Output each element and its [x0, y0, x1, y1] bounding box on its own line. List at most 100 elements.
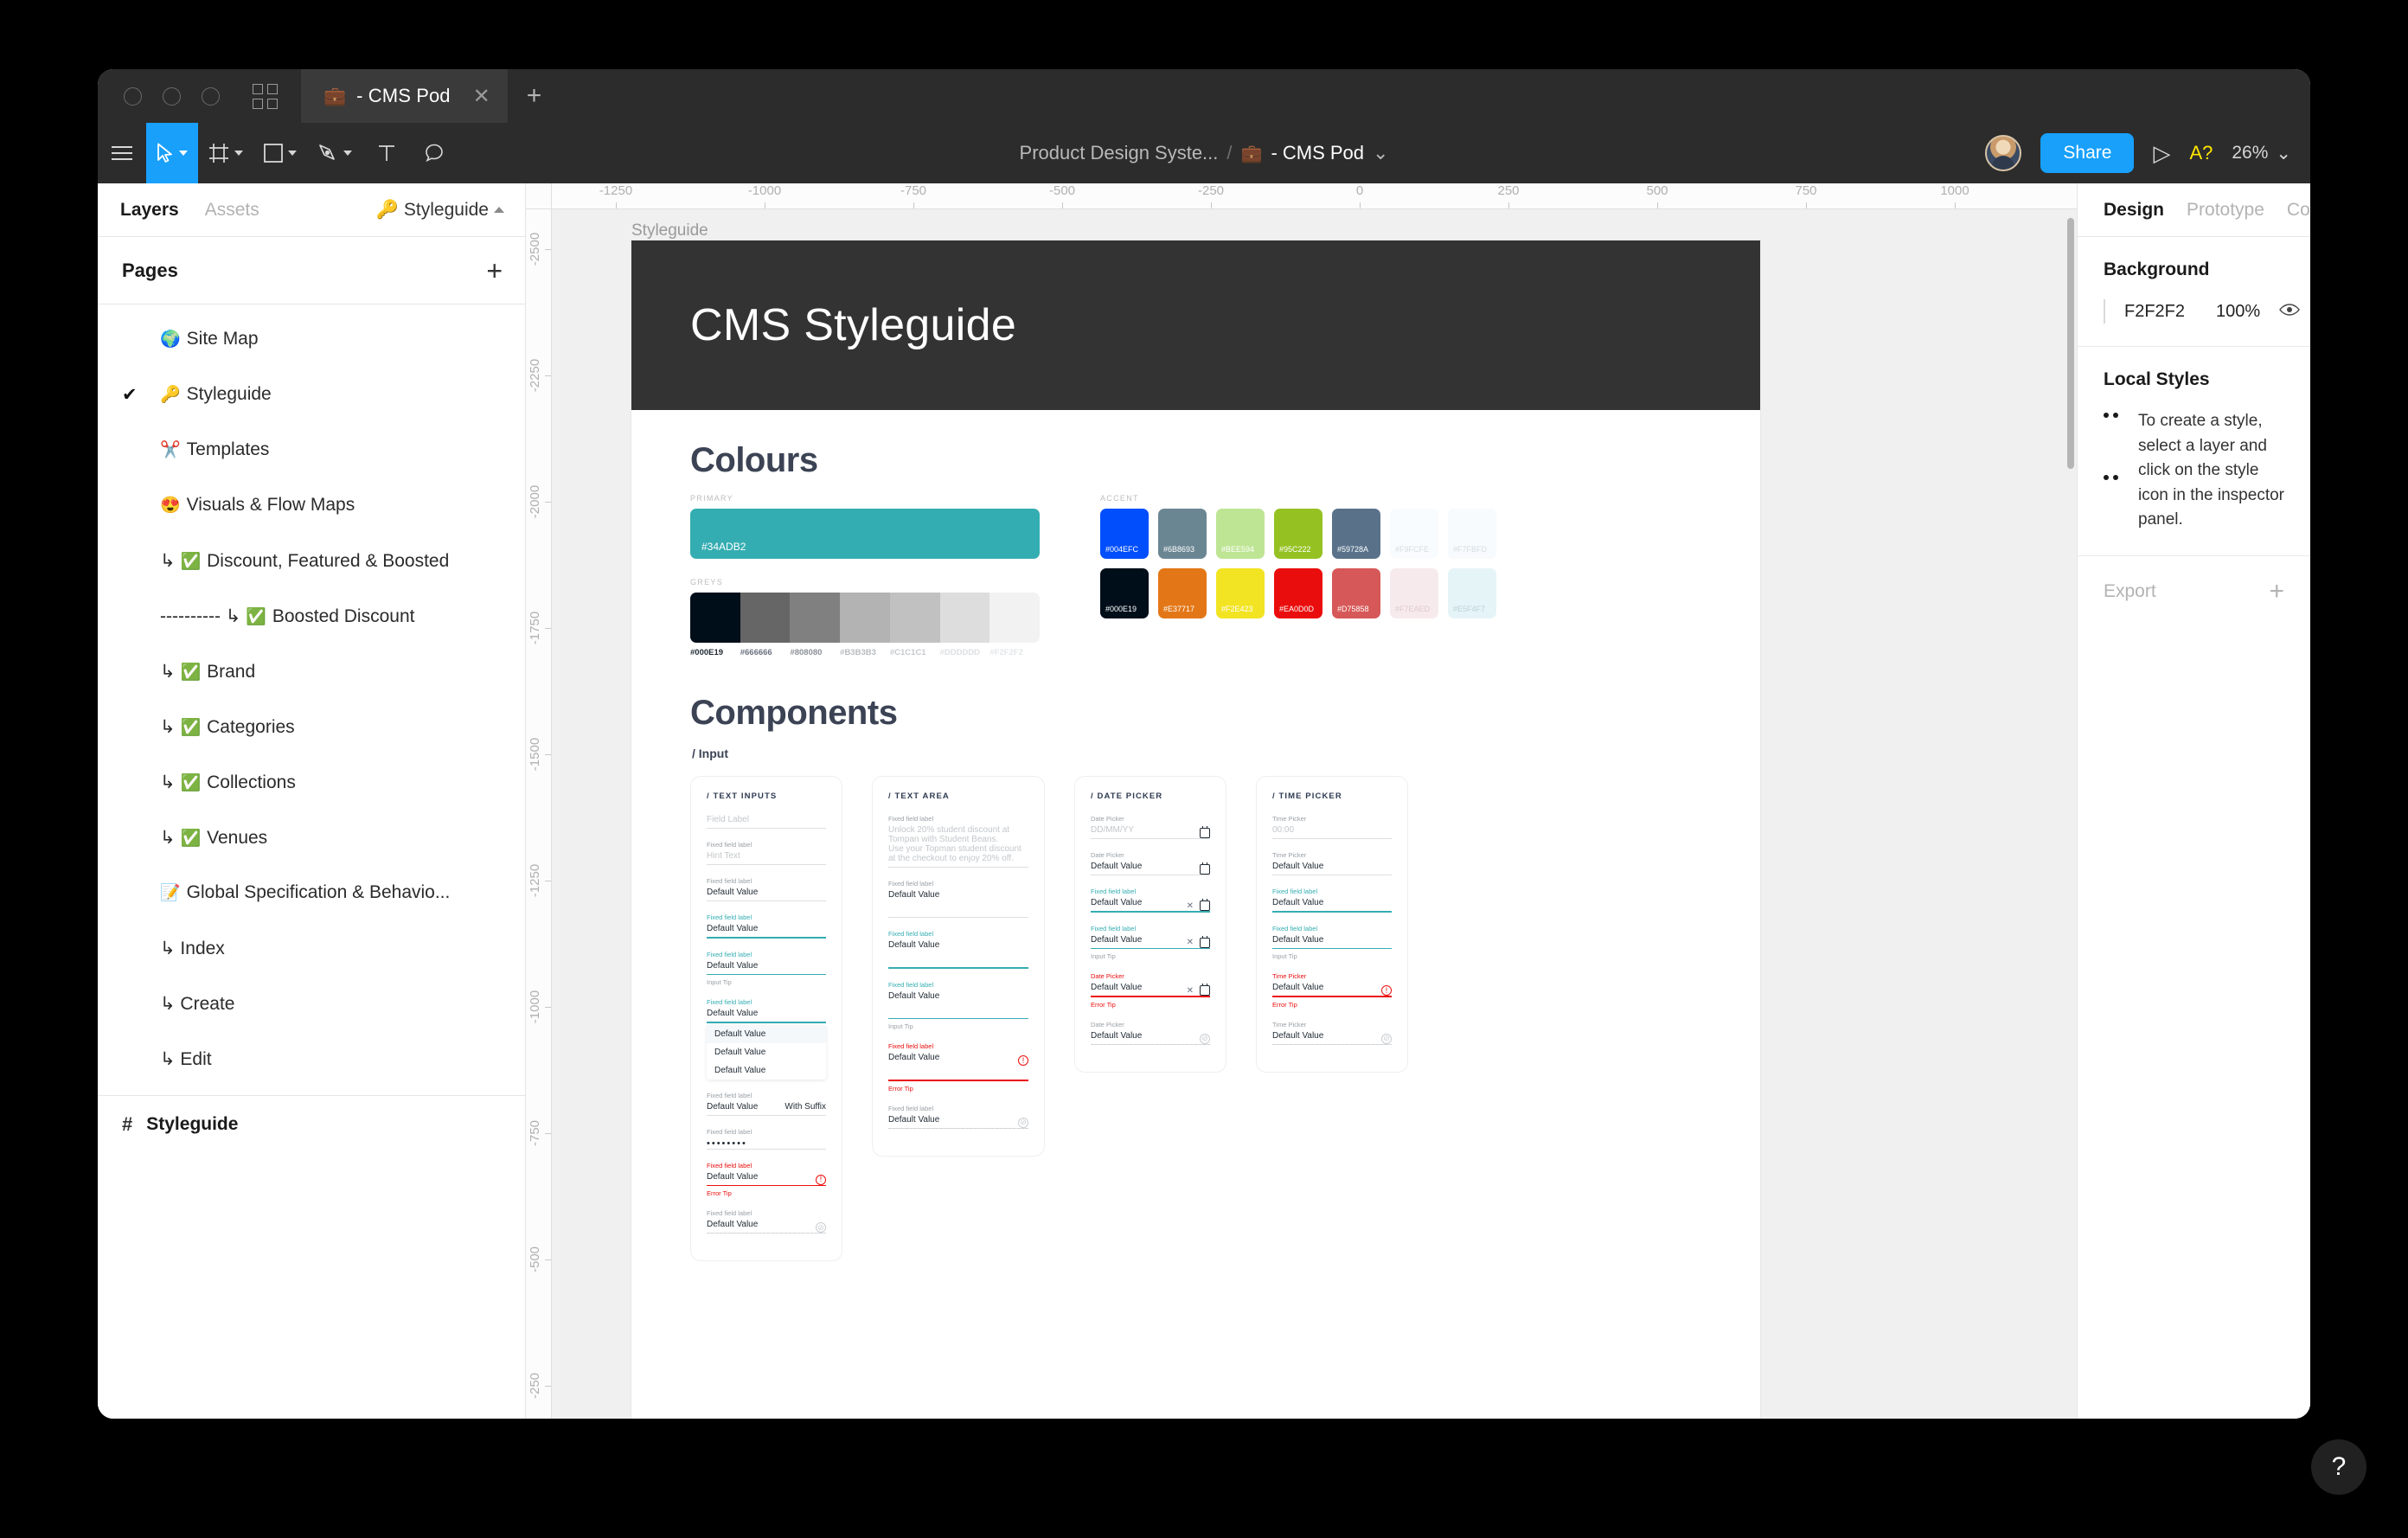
- primary-colour-swatch[interactable]: #34ADB2: [690, 509, 1040, 559]
- page-item[interactable]: ↳ Edit: [98, 1031, 525, 1086]
- page-item[interactable]: ---------- ↳ ✅Boosted Discount: [98, 588, 525, 644]
- accent-swatch[interactable]: #E37717: [1158, 568, 1207, 618]
- form-field[interactable]: Fixed field labelDefault Value✕: [1091, 888, 1210, 913]
- form-field[interactable]: Fixed field labelDefault Value⊘: [707, 1209, 826, 1234]
- move-tool[interactable]: [146, 123, 198, 183]
- accent-swatch[interactable]: #000E19: [1100, 568, 1149, 618]
- grey-swatch[interactable]: [890, 593, 940, 643]
- shape-tool[interactable]: [253, 123, 307, 183]
- accent-swatch-row-1[interactable]: #004EFC#6B8693#BEE594#95C222#59728A#F9FC…: [1100, 509, 1496, 559]
- calendar-icon[interactable]: [1200, 864, 1210, 875]
- page-item[interactable]: ↳ Create: [98, 976, 525, 1031]
- form-field[interactable]: Time PickerDefault Value!Error Tip: [1272, 972, 1392, 1009]
- clear-icon[interactable]: ✕: [1187, 901, 1194, 911]
- clear-icon[interactable]: ✕: [1187, 938, 1194, 947]
- grey-swatch[interactable]: [989, 593, 1040, 643]
- avatar[interactable]: [1985, 135, 2021, 171]
- accent-swatch-row-2[interactable]: #000E19#E37717#F2E423#EA0D0D#D75858#F7EA…: [1100, 568, 1496, 618]
- component-card[interactable]: / TEXT INPUTSField LabelFixed field labe…: [690, 776, 842, 1261]
- accent-swatch[interactable]: #F7FBFD: [1448, 509, 1496, 559]
- minimize-window-button[interactable]: [163, 87, 181, 106]
- accent-swatch[interactable]: #D75858: [1332, 568, 1380, 618]
- page-item[interactable]: 📝Global Specification & Behavio...: [98, 865, 525, 920]
- accent-swatch[interactable]: #EA0D0D: [1274, 568, 1322, 618]
- form-field[interactable]: Fixed field label••••••••: [707, 1128, 826, 1150]
- page-item[interactable]: 🌍Site Map: [98, 311, 525, 367]
- grid-icon[interactable]: [242, 69, 287, 123]
- dropdown-options[interactable]: Default ValueDefault ValueDefault Value: [707, 1025, 826, 1080]
- form-field[interactable]: Date PickerDD/MM/YY: [1091, 815, 1210, 839]
- tab-assets[interactable]: Assets: [205, 200, 259, 221]
- form-field[interactable]: Fixed field labelUnlock 20% student disc…: [888, 815, 1028, 868]
- grey-swatch[interactable]: [790, 593, 840, 643]
- component-card[interactable]: / TIME PICKERTime Picker00:00Time Picker…: [1256, 776, 1408, 1073]
- background-opacity-value[interactable]: 100%: [2216, 302, 2260, 322]
- frame-tool[interactable]: [198, 123, 253, 183]
- form-field[interactable]: Fixed field labelDefault Value: [707, 877, 826, 901]
- form-field[interactable]: Fixed field labelDefault Value: [888, 930, 1028, 969]
- a-badge[interactable]: A?: [2189, 142, 2213, 164]
- file-name[interactable]: - CMS Pod: [1271, 142, 1364, 164]
- form-field[interactable]: Fixed field labelDefault ValueInput Tip: [888, 981, 1028, 1031]
- current-page-selector[interactable]: 🔑 Styleguide: [376, 200, 504, 221]
- chevron-down-icon[interactable]: [234, 151, 243, 156]
- tab-prototype[interactable]: Prototype: [2187, 200, 2264, 221]
- accent-swatch[interactable]: #95C222: [1274, 509, 1322, 559]
- clear-icon[interactable]: ✕: [1187, 986, 1194, 996]
- form-field[interactable]: Fixed field labelDefault Value: [1272, 888, 1392, 913]
- form-field[interactable]: Time PickerDefault Value: [1272, 851, 1392, 875]
- chevron-up-icon[interactable]: [494, 207, 504, 213]
- form-field[interactable]: Fixed field labelDefault Value✕Input Tip: [1091, 925, 1210, 961]
- page-item[interactable]: ✂️Templates: [98, 422, 525, 477]
- add-export-button[interactable]: +: [2269, 579, 2284, 605]
- calendar-icon[interactable]: [1200, 900, 1210, 911]
- chevron-down-icon[interactable]: ⌄: [2276, 143, 2291, 164]
- layer-item-styleguide[interactable]: # Styleguide: [98, 1096, 525, 1153]
- share-button[interactable]: Share: [2040, 133, 2134, 173]
- greys-swatch-row[interactable]: [690, 593, 1040, 643]
- form-field[interactable]: Date PickerDefault Value✕Error Tip: [1091, 972, 1210, 1009]
- accent-swatch[interactable]: #F2E423: [1216, 568, 1265, 618]
- frame-label[interactable]: Styleguide: [631, 221, 708, 240]
- accent-swatch[interactable]: #F7EAED: [1390, 568, 1438, 618]
- page-item[interactable]: ↳ Index: [98, 920, 525, 976]
- close-window-button[interactable]: [124, 87, 142, 106]
- grey-swatch[interactable]: [690, 593, 740, 643]
- page-item[interactable]: ✔🔑Styleguide: [98, 367, 525, 422]
- component-card[interactable]: / DATE PICKERDate PickerDD/MM/YYDate Pic…: [1074, 776, 1226, 1073]
- accent-swatch[interactable]: #E5F4F7: [1448, 568, 1496, 618]
- chevron-down-icon[interactable]: [343, 151, 352, 156]
- comment-tool[interactable]: [411, 123, 459, 183]
- form-field[interactable]: Fixed field labelDefault ValueInput Tip: [707, 951, 826, 987]
- tab-design[interactable]: Design: [2104, 200, 2164, 221]
- calendar-icon[interactable]: [1200, 828, 1210, 838]
- background-colour-swatch[interactable]: [2104, 299, 2105, 324]
- page-item[interactable]: ↳ ✅Discount, Featured & Boosted: [98, 533, 525, 588]
- form-field[interactable]: Date PickerDefault Value⊘: [1091, 1021, 1210, 1045]
- eye-icon[interactable]: [2279, 302, 2300, 322]
- calendar-icon[interactable]: [1200, 938, 1210, 948]
- accent-swatch[interactable]: #59728A: [1332, 509, 1380, 559]
- canvas[interactable]: -1250-1000-750-500-250025050075010001250…: [526, 183, 2077, 1419]
- form-field[interactable]: Fixed field labelDefault Value!Error Tip: [888, 1042, 1028, 1093]
- form-field[interactable]: Fixed field labelDefault Value!Error Tip: [707, 1162, 826, 1198]
- page-item[interactable]: ↳ ✅Categories: [98, 699, 525, 754]
- form-field[interactable]: Fixed field labelDefault Value: [888, 880, 1028, 918]
- canvas-vertical-scrollbar[interactable]: [2067, 218, 2074, 469]
- dropdown-option[interactable]: Default Value: [707, 1061, 826, 1080]
- form-field[interactable]: Date PickerDefault Value: [1091, 851, 1210, 875]
- tab-code[interactable]: Code: [2287, 200, 2310, 221]
- maximize-window-button[interactable]: [202, 87, 220, 106]
- hamburger-menu-icon[interactable]: [98, 123, 146, 183]
- artboard-styleguide[interactable]: CMS Styleguide Colours PRIMARY #34ADB2 G…: [631, 240, 1760, 1419]
- form-field[interactable]: Time Picker00:00: [1272, 815, 1392, 839]
- form-field[interactable]: Fixed field labelDefault ValueWith Suffi…: [707, 1092, 826, 1116]
- accent-swatch[interactable]: #004EFC: [1100, 509, 1149, 559]
- form-field[interactable]: Fixed field labelDefault ValueInput Tip: [1272, 925, 1392, 961]
- dropdown-option[interactable]: Default Value: [707, 1025, 826, 1043]
- grey-swatch[interactable]: [840, 593, 890, 643]
- form-field[interactable]: Field Label: [707, 815, 826, 829]
- page-item[interactable]: 😍Visuals & Flow Maps: [98, 477, 525, 533]
- accent-swatch[interactable]: #F9FCFE: [1390, 509, 1438, 559]
- tab-layers[interactable]: Layers: [120, 200, 179, 221]
